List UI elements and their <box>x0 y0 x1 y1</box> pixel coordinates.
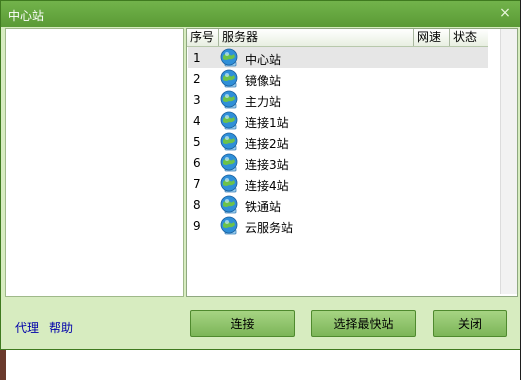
server-row-name: 连接3站 <box>245 158 289 172</box>
proxy-link[interactable]: 代理 <box>15 319 39 336</box>
server-row-index: 6 <box>193 156 201 170</box>
server-row-name: 连接1站 <box>245 116 289 130</box>
server-row-index: 8 <box>193 198 201 212</box>
network-server-icon <box>218 132 242 152</box>
list-header: 序号 服务器 网速 状态 <box>187 29 488 47</box>
server-row-index: 3 <box>193 93 201 107</box>
window-title: 中心站 <box>8 9 45 23</box>
connect-button[interactable]: 连接 <box>190 310 295 337</box>
vertical-scrollbar[interactable] <box>500 29 517 294</box>
column-header-speed[interactable]: 网速 <box>414 29 450 46</box>
server-row-name: 主力站 <box>245 95 282 109</box>
server-list: 序号 服务器 网速 状态 1 中心站 2 镜像站 3 主力站 4 连接1站 5 连接2站 6 连接3站… <box>186 28 518 297</box>
server-row[interactable]: 1 中心站 <box>188 47 488 68</box>
server-row-index: 5 <box>193 135 201 149</box>
network-server-icon <box>218 153 242 173</box>
left-panel <box>5 28 184 297</box>
background-strip <box>0 350 521 380</box>
server-row[interactable]: 9 云服务站 <box>188 215 488 236</box>
server-row-name: 镜像站 <box>245 74 282 88</box>
server-row-name: 连接4站 <box>245 179 289 193</box>
network-server-icon <box>218 90 242 110</box>
server-row[interactable]: 5 连接2站 <box>188 131 488 152</box>
network-server-icon <box>218 69 242 89</box>
server-row[interactable]: 6 连接3站 <box>188 152 488 173</box>
server-row-index: 9 <box>193 219 201 233</box>
server-row[interactable]: 4 连接1站 <box>188 110 488 131</box>
network-server-icon <box>218 48 242 68</box>
network-server-icon <box>218 111 242 131</box>
server-row-index: 1 <box>193 51 201 65</box>
column-header-server[interactable]: 服务器 <box>219 29 414 46</box>
network-server-icon <box>218 174 242 194</box>
server-row-index: 2 <box>193 72 201 86</box>
column-header-status[interactable]: 状态 <box>450 29 488 46</box>
server-row-name: 铁通站 <box>245 200 282 214</box>
server-row[interactable]: 7 连接4站 <box>188 173 488 194</box>
network-server-icon <box>218 216 242 236</box>
server-select-dialog: 中心站 × 序号 服务器 网速 状态 1 中心站 2 镜像站 3 主力站 4 连接1站 5 连接2… <box>0 0 521 350</box>
server-row-index: 7 <box>193 177 201 191</box>
network-server-icon <box>218 195 242 215</box>
select-fastest-button[interactable]: 选择最快站 <box>311 310 416 337</box>
help-link[interactable]: 帮助 <box>49 319 73 336</box>
server-row-name: 中心站 <box>245 53 282 67</box>
server-row-name: 连接2站 <box>245 137 289 151</box>
server-row[interactable]: 3 主力站 <box>188 89 488 110</box>
close-icon[interactable]: × <box>498 6 512 20</box>
server-row-index: 4 <box>193 114 201 128</box>
column-header-index[interactable]: 序号 <box>187 29 219 46</box>
server-row[interactable]: 8 铁通站 <box>188 194 488 215</box>
background-image-edge <box>0 350 6 380</box>
server-row[interactable]: 2 镜像站 <box>188 68 488 89</box>
close-button[interactable]: 关闭 <box>433 310 507 337</box>
title-bar[interactable]: 中心站 × <box>1 1 520 27</box>
server-row-name: 云服务站 <box>245 221 294 235</box>
